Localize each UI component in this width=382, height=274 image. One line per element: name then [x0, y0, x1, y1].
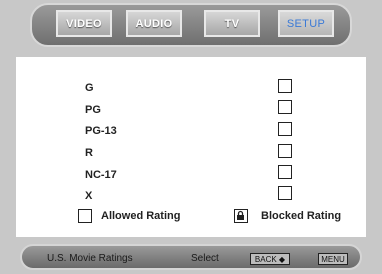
menu-key-button[interactable]: MENU: [318, 253, 348, 265]
rating-checkbox-x[interactable]: [278, 186, 292, 200]
rating-checkbox-pg[interactable]: [278, 100, 292, 114]
tab-audio[interactable]: AUDIO: [126, 10, 182, 37]
rating-label-nc17: NC-17: [85, 169, 117, 181]
rating-label-pg: PG: [85, 104, 101, 116]
tab-tv[interactable]: TV: [204, 10, 260, 37]
screen-title: U.S. Movie Ratings: [47, 253, 133, 264]
allowed-rating-icon: [78, 209, 92, 223]
allowed-rating-label: Allowed Rating: [101, 210, 181, 222]
tab-video[interactable]: VIDEO: [56, 10, 112, 37]
rating-label-pg13: PG-13: [85, 125, 117, 137]
rating-checkbox-pg13[interactable]: [278, 122, 292, 136]
rating-checkbox-g[interactable]: [278, 79, 292, 93]
select-label: Select: [191, 253, 219, 264]
screen-frame: VIDEO AUDIO TV SETUP G PG PG-13 R NC-17 …: [0, 0, 382, 274]
blocked-rating-label: Blocked Rating: [261, 210, 342, 222]
lock-icon: [234, 209, 248, 223]
tab-setup[interactable]: SETUP: [278, 10, 334, 37]
rating-label-g: G: [85, 82, 94, 94]
rating-label-x: X: [85, 190, 93, 202]
rating-checkbox-r[interactable]: [278, 144, 292, 158]
rating-label-r: R: [85, 147, 93, 159]
rating-checkbox-nc17[interactable]: [278, 165, 292, 179]
select-key-button[interactable]: BACK ◆: [250, 253, 290, 265]
